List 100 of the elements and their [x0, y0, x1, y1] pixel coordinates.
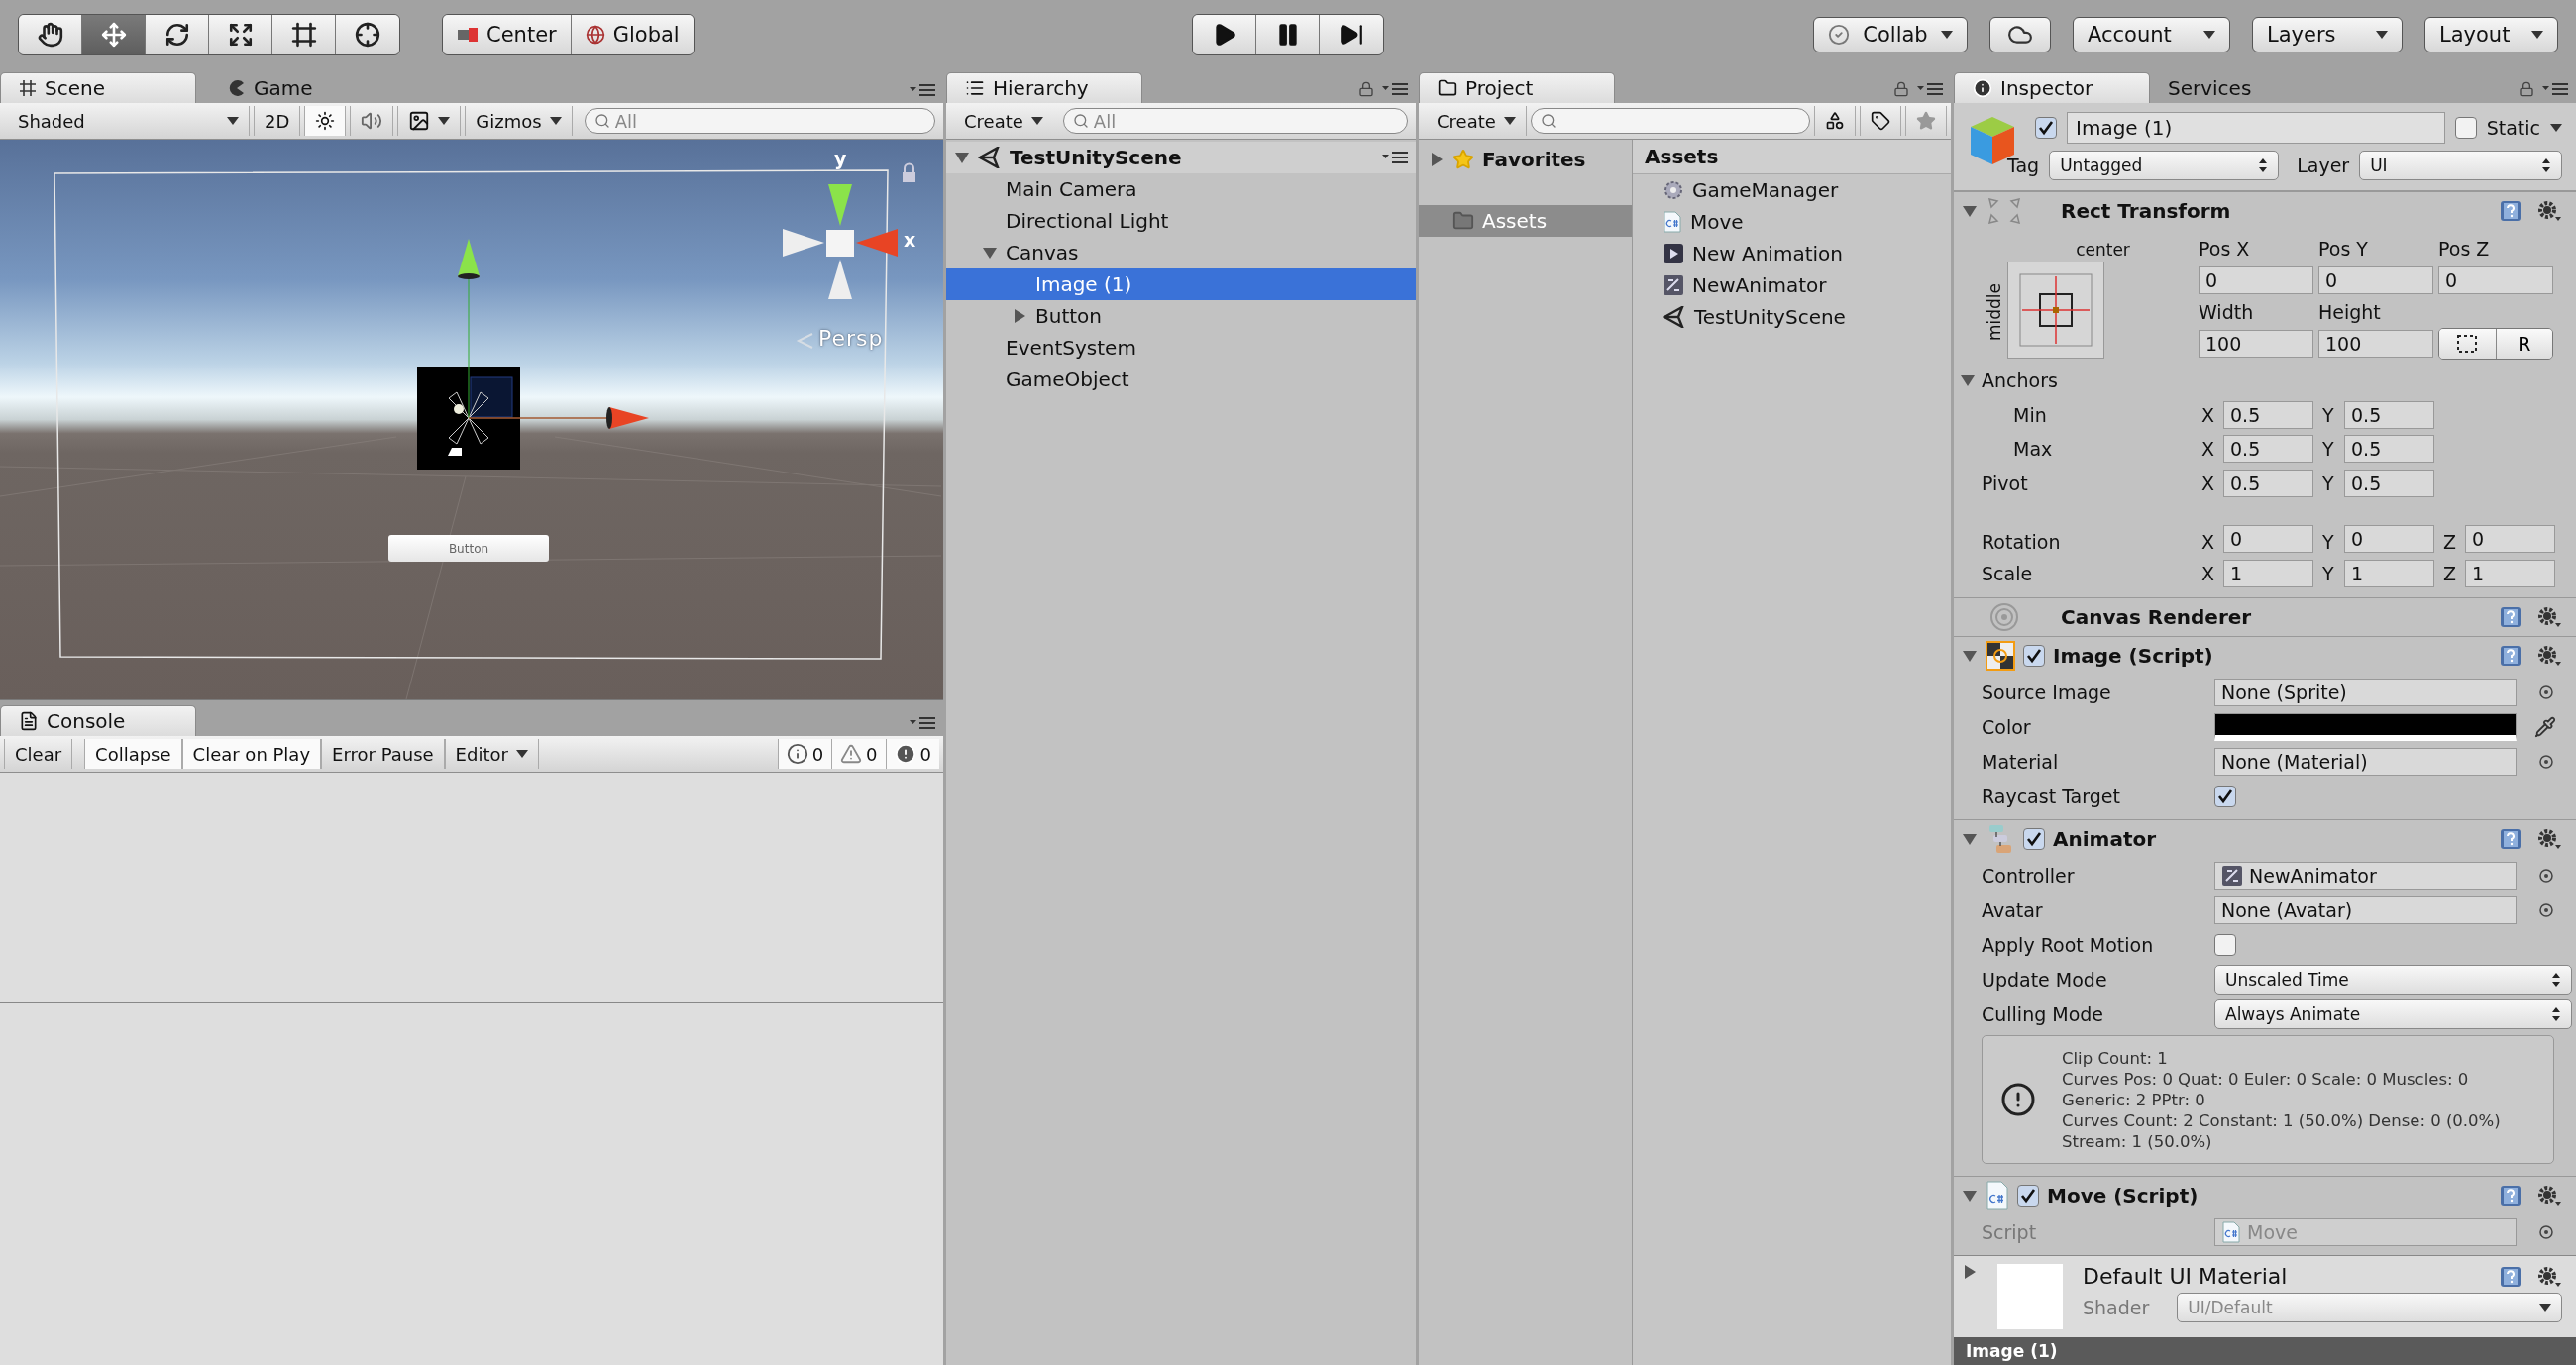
object-field[interactable]: None (Material)	[2214, 747, 2517, 776]
enabled-checkbox[interactable]	[2023, 645, 2045, 667]
number-field[interactable]: 1	[2223, 560, 2313, 587]
checkbox[interactable]	[2214, 933, 2236, 956]
help-book-icon[interactable]	[2499, 605, 2522, 629]
effects-dropdown[interactable]	[397, 106, 462, 136]
gear-icon[interactable]	[2536, 199, 2562, 223]
panel-tab[interactable]: Inspector	[1954, 72, 2150, 103]
console-toggle[interactable]: Clear on Play	[181, 739, 322, 769]
number-field[interactable]: 0.5	[2344, 435, 2434, 463]
menu-icon[interactable]	[2542, 82, 2568, 96]
hierarchy-item[interactable]: Button	[946, 300, 1416, 332]
lock-icon[interactable]	[2519, 81, 2534, 97]
object-field[interactable]: NewAnimator	[2214, 861, 2517, 890]
number-field[interactable]: 0	[2199, 266, 2313, 294]
collapsed-arrow-icon[interactable]	[1429, 152, 1445, 167]
panel-tab[interactable]: Scene	[0, 72, 196, 103]
anchor-preset-button[interactable]	[2007, 262, 2104, 359]
component-header[interactable]: Animator	[1954, 819, 2576, 858]
asset-item[interactable]: New Animation	[1633, 238, 1951, 269]
menu-icon[interactable]	[1382, 82, 1408, 96]
checkbox[interactable]	[2214, 785, 2236, 807]
help-book-icon[interactable]	[2499, 199, 2522, 223]
expanded-arrow-icon[interactable]	[1962, 203, 1978, 219]
console-toggle[interactable]: Clear	[4, 739, 73, 769]
number-field[interactable]: 0	[2223, 525, 2313, 553]
panel-tab[interactable]: Console	[0, 705, 196, 736]
gear-icon[interactable]	[2536, 827, 2562, 851]
expanded-arrow-icon[interactable]	[954, 150, 970, 165]
search-field[interactable]: All	[1062, 108, 1408, 134]
asset-item[interactable]: Move	[1633, 206, 1951, 238]
tool-button[interactable]	[209, 15, 272, 54]
collapsed-arrow-icon[interactable]	[1962, 1264, 1978, 1280]
hierarchy-item[interactable]: Image (1)	[946, 268, 1416, 300]
tag-dropdown[interactable]: Untagged	[2049, 151, 2280, 180]
name-field[interactable]: Image (1)	[2067, 112, 2445, 144]
asset-item[interactable]: NewAnimator	[1633, 269, 1951, 301]
collab-button[interactable]: Collab	[1813, 17, 1968, 52]
filter-by-type-button[interactable]	[1814, 106, 1856, 136]
lock-icon[interactable]	[1358, 81, 1374, 97]
asset-item[interactable]: GameManager	[1633, 174, 1951, 206]
eyedropper-icon[interactable]	[2534, 715, 2556, 738]
menu-dropdown[interactable]: Account	[2073, 17, 2230, 52]
number-field[interactable]: 1	[2344, 560, 2434, 587]
enabled-checkbox[interactable]	[2017, 1185, 2039, 1207]
object-picker-icon[interactable]	[2538, 753, 2554, 770]
help-book-icon[interactable]	[2499, 644, 2522, 668]
component-header[interactable]: Move (Script)	[1954, 1176, 2576, 1214]
collapsed-arrow-icon[interactable]	[1012, 308, 1027, 324]
search-field[interactable]	[1530, 108, 1810, 134]
hierarchy-item[interactable]: Main Camera	[946, 173, 1416, 205]
enabled-checkbox[interactable]	[2023, 828, 2045, 850]
tool-button[interactable]	[336, 15, 399, 54]
shading-dropdown[interactable]: Shaded	[8, 106, 250, 136]
menu-icon[interactable]	[1382, 151, 1408, 164]
layer-dropdown[interactable]: UI	[2359, 151, 2562, 180]
dropdown[interactable]: Always Animate	[2214, 998, 2572, 1029]
scene-row[interactable]: TestUnityScene	[946, 142, 1416, 173]
menu-dropdown[interactable]: Layout	[2424, 17, 2558, 52]
tool-button[interactable]	[146, 15, 209, 54]
object-picker-icon[interactable]	[2538, 901, 2554, 918]
filter-by-label-button[interactable]	[1860, 106, 1901, 136]
component-header[interactable]: Image (Script)	[1954, 636, 2576, 675]
create-dropdown[interactable]: Create	[1427, 106, 1527, 136]
play-button[interactable]	[1193, 15, 1256, 54]
number-field[interactable]: 0.5	[2344, 470, 2434, 497]
lock-icon[interactable]	[1893, 81, 1909, 97]
lighting-toggle[interactable]	[304, 106, 347, 136]
log-counter[interactable]: 0	[885, 739, 939, 769]
number-field[interactable]: 0.5	[2344, 401, 2434, 429]
help-book-icon[interactable]	[2499, 827, 2522, 851]
dropdown[interactable]: Unscaled Time	[2214, 964, 2572, 995]
asset-item[interactable]: TestUnityScene	[1633, 301, 1951, 333]
hierarchy-item[interactable]: GameObject	[946, 364, 1416, 395]
console-toggle[interactable]: Error Pause	[321, 739, 445, 769]
raw-edit-button[interactable]: R	[2496, 329, 2552, 359]
panel-tab[interactable]: Project	[1419, 72, 1615, 103]
number-field[interactable]: 100	[2199, 330, 2313, 358]
static-checkbox[interactable]	[2454, 117, 2477, 139]
gizmos-dropdown[interactable]: Gizmos	[465, 106, 573, 136]
panel-tab[interactable]: Hierarchy	[946, 72, 1142, 103]
menu-dropdown[interactable]: Layers	[2252, 17, 2403, 52]
gear-icon[interactable]	[2536, 1264, 2562, 1289]
hierarchy-item[interactable]: Directional Light	[946, 205, 1416, 237]
tool-button[interactable]	[82, 15, 146, 54]
object-picker-icon[interactable]	[2538, 1223, 2554, 1240]
number-field[interactable]: 0	[2465, 525, 2555, 553]
2d-toggle[interactable]: 2D	[254, 106, 301, 136]
log-counter[interactable]: 0	[831, 739, 886, 769]
tool-button[interactable]	[19, 15, 82, 54]
number-field[interactable]: 0	[2318, 266, 2433, 294]
panel-tab[interactable]: Game	[210, 73, 331, 103]
color-swatch[interactable]	[2214, 712, 2517, 741]
number-field[interactable]: 0	[2438, 266, 2553, 294]
gear-icon[interactable]	[2536, 605, 2562, 629]
expanded-arrow-icon[interactable]	[982, 245, 998, 261]
create-dropdown[interactable]: Create	[954, 106, 1053, 136]
component-header[interactable]: Rect Transform	[1954, 191, 2576, 230]
pivot-button[interactable]: Global	[571, 15, 694, 54]
blueprint-mode-button[interactable]	[2439, 329, 2497, 359]
